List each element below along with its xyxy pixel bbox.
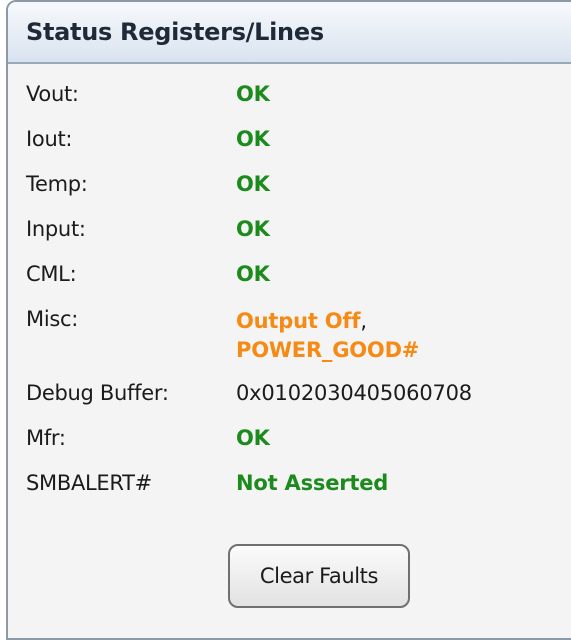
misc-value-line2: POWER_GOOD#: [236, 338, 420, 362]
status-row-debug-buffer: Debug Buffer: 0x0102030405060708: [26, 381, 472, 426]
status-row-temp: Temp: OK: [26, 172, 472, 217]
status-row-smbalert: SMBALERT# Not Asserted: [26, 471, 472, 516]
status-label-iout: Iout:: [26, 127, 73, 151]
status-value-temp: OK: [236, 172, 270, 196]
status-value-misc: Output Off, POWER_GOOD#: [236, 307, 419, 365]
status-row-input: Input: OK: [26, 217, 472, 262]
panel-title: Status Registers/Lines: [26, 18, 324, 46]
status-registers-panel: Status Registers/Lines Vout: OK Iout: OK…: [6, 0, 571, 640]
status-value-vout: OK: [236, 82, 270, 106]
status-value-cml: OK: [236, 262, 270, 286]
status-value-debug-buffer: 0x0102030405060708: [236, 381, 472, 405]
clear-faults-button[interactable]: Clear Faults: [228, 544, 410, 608]
status-row-cml: CML: OK: [26, 262, 472, 307]
status-row-misc: Misc: Output Off, POWER_GOOD#: [26, 307, 472, 381]
status-label-vout: Vout:: [26, 82, 79, 106]
status-row-mfr: Mfr: OK: [26, 426, 472, 471]
panel-header: Status Registers/Lines: [8, 2, 571, 64]
status-row-vout: Vout: OK: [26, 82, 472, 127]
status-row-iout: Iout: OK: [26, 127, 472, 172]
status-value-mfr: OK: [236, 426, 270, 450]
status-label-input: Input:: [26, 217, 86, 241]
status-value-smbalert: Not Asserted: [236, 471, 389, 495]
status-label-misc: Misc:: [26, 307, 79, 331]
status-label-temp: Temp:: [26, 172, 88, 196]
status-value-input: OK: [236, 217, 270, 241]
misc-value-separator: ,: [360, 309, 367, 333]
status-label-smbalert: SMBALERT#: [26, 471, 152, 495]
misc-value-line1: Output Off: [236, 309, 361, 333]
status-list: Vout: OK Iout: OK Temp: OK Input: OK CML…: [26, 82, 472, 516]
status-label-mfr: Mfr:: [26, 426, 66, 450]
status-value-iout: OK: [236, 127, 270, 151]
status-label-debug-buffer: Debug Buffer:: [26, 381, 169, 405]
status-label-cml: CML:: [26, 262, 77, 286]
